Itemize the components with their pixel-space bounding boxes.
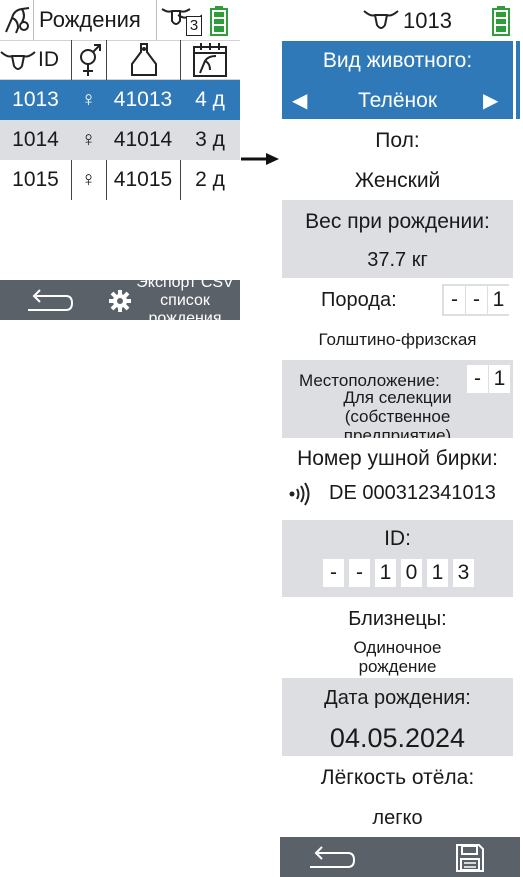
twins-label: Близнецы: bbox=[348, 608, 447, 630]
row-age: 4 д bbox=[195, 88, 225, 111]
left-header: Рождения 3 bbox=[0, 0, 240, 41]
calving-ease-label: Лёгкость отёла: bbox=[320, 766, 475, 789]
row-id: 1015 bbox=[12, 168, 59, 191]
back-icon[interactable] bbox=[26, 288, 74, 314]
cow-count-badge: 3 bbox=[186, 16, 202, 36]
cow-head-icon bbox=[0, 51, 36, 70]
breed-field[interactable]: Порода: - - 1 Голштино-фризская bbox=[282, 280, 513, 358]
battery-icon bbox=[492, 6, 510, 36]
animal-title: 1013 bbox=[403, 8, 452, 33]
right-footer bbox=[280, 837, 520, 877]
row-age: 3 д bbox=[195, 128, 225, 151]
twins-field[interactable]: Близнецы: Одиночное рождение bbox=[282, 599, 513, 677]
battery-icon bbox=[210, 6, 228, 36]
export-csv-button[interactable]: Экспорт CSV список рождения bbox=[130, 280, 240, 320]
row-sex: ♀ bbox=[80, 88, 97, 111]
row-id: 1013 bbox=[12, 88, 59, 111]
row-tag: 41013 bbox=[113, 88, 173, 111]
export-line: Экспорт CSV bbox=[136, 280, 234, 291]
row-id: 1014 bbox=[12, 128, 59, 151]
right-header: 1013 bbox=[280, 0, 523, 40]
arrow-right-icon bbox=[241, 153, 279, 165]
location-value-line: (собственное bbox=[344, 407, 451, 426]
page-title: Рождения bbox=[39, 7, 141, 32]
breed-code-digit: - bbox=[444, 286, 465, 314]
animal-type-selector[interactable]: Вид животного: ◀ Телёнок ▶ bbox=[282, 41, 513, 119]
location-value-line: Для селекции bbox=[343, 388, 452, 407]
export-line: рождения bbox=[148, 310, 222, 320]
save-icon[interactable] bbox=[455, 843, 485, 873]
breed-code-digit: 1 bbox=[488, 286, 509, 314]
breed-code-digit: - bbox=[466, 286, 487, 314]
breed-value: Голштино-фризская bbox=[318, 330, 477, 349]
location-value-line: предприятие) bbox=[343, 426, 452, 438]
left-footer: Экспорт CSV список рождения bbox=[0, 280, 240, 320]
table-row[interactable]: 1013 ♀ 41013 4 д bbox=[0, 80, 240, 120]
twins-value: Одиночное рождение bbox=[282, 638, 513, 676]
scrollbar[interactable] bbox=[516, 41, 520, 119]
calving-ease-value: легко bbox=[372, 807, 423, 829]
id-digit: 3 bbox=[453, 559, 474, 587]
sex-field[interactable]: Пол: Женский bbox=[282, 119, 513, 199]
id-digit: 0 bbox=[401, 559, 422, 587]
sex-value: Женский bbox=[354, 169, 441, 192]
column-id: ID bbox=[38, 48, 59, 71]
table-header: ID bbox=[0, 40, 240, 80]
location-value: Для селекции (собственное предприятие) bbox=[282, 388, 513, 438]
row-age: 2 д bbox=[195, 168, 225, 191]
animal-type-label: Вид животного: bbox=[322, 49, 473, 72]
animal-type-value: Телёнок bbox=[357, 89, 438, 112]
twins-value-line: рождение bbox=[358, 657, 437, 676]
location-field[interactable]: Местоположение: - 1 Для селекции (собств… bbox=[282, 360, 513, 438]
birth-weight-field[interactable]: Вес при рождении: 37.7 кг bbox=[282, 200, 513, 278]
row-tag: 41015 bbox=[113, 168, 173, 191]
ear-tag-icon bbox=[131, 43, 157, 76]
back-icon[interactable] bbox=[308, 845, 356, 871]
birth-date-field[interactable]: Дата рождения: 04.05.2024 bbox=[282, 678, 513, 756]
id-digit: 1 bbox=[427, 559, 448, 587]
id-field[interactable]: ID: - - 1 0 1 3 bbox=[282, 520, 513, 597]
rfid-icon bbox=[289, 482, 310, 506]
gender-icon bbox=[80, 44, 101, 76]
cow-head-icon bbox=[363, 10, 399, 29]
export-line: список bbox=[160, 292, 210, 309]
table-row[interactable]: 1015 ♀ 41015 2 д bbox=[0, 160, 240, 200]
row-sex: ♀ bbox=[80, 128, 97, 151]
breed-label: Порода: bbox=[321, 289, 397, 311]
calving-ease-field[interactable]: Лёгкость отёла: легко bbox=[282, 758, 513, 836]
row-sex: ♀ bbox=[80, 168, 97, 191]
twins-value-line: Одиночное bbox=[353, 638, 442, 657]
row-tag: 41014 bbox=[113, 128, 173, 151]
breed-code[interactable]: - - 1 bbox=[442, 284, 509, 316]
id-digit: - bbox=[349, 559, 370, 587]
next-arrow-button[interactable]: ▶ bbox=[483, 88, 498, 113]
ear-tag-label: Номер ушной бирки: bbox=[297, 447, 498, 470]
id-digits[interactable]: - - 1 0 1 3 bbox=[321, 557, 480, 589]
birth-date-value: 04.05.2024 bbox=[329, 723, 466, 753]
id-label: ID: bbox=[384, 527, 411, 550]
ear-tag-value: DE 000312341013 bbox=[329, 482, 496, 504]
cow-birth-icon bbox=[5, 7, 30, 34]
birth-weight-value: 37.7 кг bbox=[367, 249, 428, 271]
sex-label: Пол: bbox=[375, 129, 420, 152]
table-row[interactable]: 1014 ♀ 41014 3 д bbox=[0, 120, 240, 160]
gear-icon[interactable] bbox=[108, 289, 132, 313]
ear-tag-field[interactable]: Номер ушной бирки: DE 000312341013 bbox=[282, 440, 513, 520]
birth-date-label: Дата рождения: bbox=[324, 687, 471, 709]
id-digit: 1 bbox=[375, 559, 396, 587]
id-digit: - bbox=[323, 559, 344, 587]
birth-weight-label: Вес при рождении: bbox=[305, 210, 490, 233]
calendar-birth-icon bbox=[193, 43, 227, 77]
